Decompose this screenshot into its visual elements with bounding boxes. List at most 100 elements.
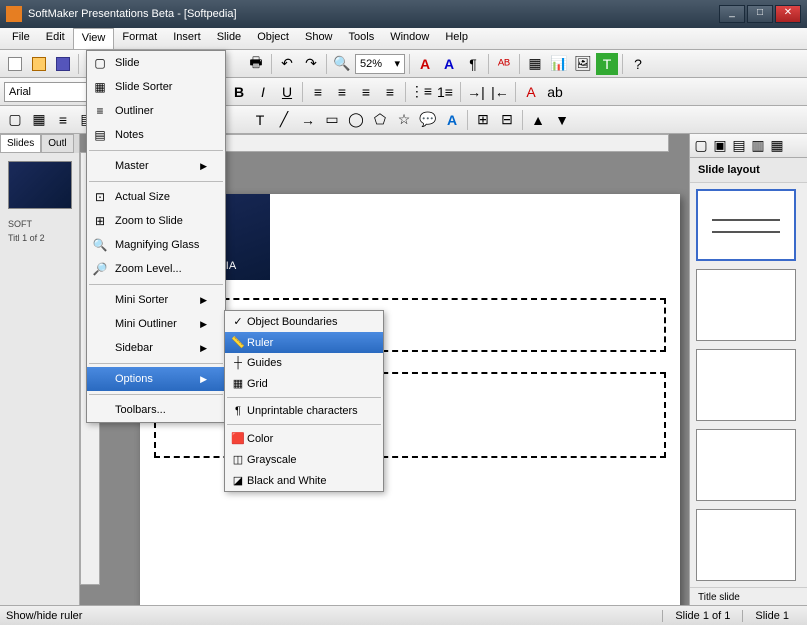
group-button[interactable]: ⊞ <box>472 109 494 131</box>
opt-grayscale-item[interactable]: ◫Grayscale <box>225 449 383 470</box>
view-toolbars-item[interactable]: Toolbars... <box>87 398 225 422</box>
run-show-button[interactable]: T <box>596 53 618 75</box>
menu-insert[interactable]: Insert <box>165 28 209 49</box>
slide-thumbnail-1[interactable] <box>8 161 72 209</box>
tab-slides[interactable]: Slides <box>0 134 41 153</box>
layout-tool-1[interactable]: ▢ <box>692 137 710 155</box>
menu-tools[interactable]: Tools <box>341 28 383 49</box>
view-zoom-slide-item[interactable]: ⊞Zoom to Slide <box>87 209 225 233</box>
view-slide-button[interactable]: ▢ <box>4 109 26 131</box>
close-button[interactable]: ✕ <box>775 5 801 23</box>
print-button[interactable]: 🖶 <box>245 53 267 75</box>
chart-button[interactable]: 📊 <box>548 53 570 75</box>
zoom-combo[interactable]: 52%▾ <box>355 54 405 74</box>
spellcheck-button[interactable]: ᴬᴮ <box>493 53 515 75</box>
layout-item-5[interactable] <box>696 509 796 581</box>
view-options-item[interactable]: Options▶ <box>87 367 225 391</box>
zoom-level-icon: 🔎 <box>91 261 109 277</box>
statusbar: Show/hide ruler Slide 1 of 1 Slide 1 <box>0 605 807 625</box>
layout-tool-2[interactable]: ▣ <box>711 137 729 155</box>
italic-button[interactable]: I <box>252 81 274 103</box>
increase-indent-button[interactable]: →| <box>465 81 487 103</box>
insert-rect-button[interactable]: ▭ <box>321 109 343 131</box>
bold-button[interactable]: B <box>228 81 250 103</box>
layout-item-4[interactable] <box>696 429 796 501</box>
insert-ellipse-button[interactable]: ◯ <box>345 109 367 131</box>
insert-star-button[interactable]: ☆ <box>393 109 415 131</box>
view-mini-sorter-item[interactable]: Mini Sorter▶ <box>87 288 225 312</box>
opt-grid-item[interactable]: ▦Grid <box>225 373 383 394</box>
decrease-indent-button[interactable]: |← <box>489 81 511 103</box>
numbering-button[interactable]: 1≡ <box>434 81 456 103</box>
insert-polygon-button[interactable]: ⬠ <box>369 109 391 131</box>
view-notes-item[interactable]: ▤Notes <box>87 123 225 147</box>
text-color-b-button[interactable]: A <box>438 53 460 75</box>
align-right-button[interactable]: ≡ <box>355 81 377 103</box>
view-outliner-item[interactable]: ≡Outliner <box>87 99 225 123</box>
minimize-button[interactable]: _ <box>719 5 745 23</box>
opt-ruler-item[interactable]: 📏Ruler <box>225 332 383 353</box>
highlight-button[interactable]: ab <box>544 81 566 103</box>
zoom-out-button[interactable]: 🔍 <box>331 53 353 75</box>
menu-slide[interactable]: Slide <box>209 28 249 49</box>
opt-unprintable-item[interactable]: ¶Unprintable characters <box>225 401 383 421</box>
underline-button[interactable]: U <box>276 81 298 103</box>
opt-ruler-label: Ruler <box>247 337 273 349</box>
view-magnify-item[interactable]: 🔍Magnifying Glass <box>87 233 225 257</box>
view-sorter-item[interactable]: ▦Slide Sorter <box>87 75 225 99</box>
opt-color-item[interactable]: 🟥Color <box>225 428 383 449</box>
view-slide-item[interactable]: ▢Slide <box>87 51 225 75</box>
menu-show[interactable]: Show <box>297 28 341 49</box>
redo-button[interactable]: ↷ <box>300 53 322 75</box>
menu-help[interactable]: Help <box>437 28 476 49</box>
chevron-right-icon: ▶ <box>180 161 207 172</box>
save-button[interactable] <box>52 53 74 75</box>
view-mini-outliner-item[interactable]: Mini Outliner▶ <box>87 312 225 336</box>
bullets-button[interactable]: ⋮≡ <box>410 81 432 103</box>
view-sidebar-item[interactable]: Sidebar▶ <box>87 336 225 360</box>
opt-guides-item[interactable]: ┼Guides <box>225 353 383 373</box>
insert-arrow-button[interactable]: → <box>297 109 319 131</box>
table-button[interactable]: ▦ <box>524 53 546 75</box>
font-color-button[interactable]: A <box>520 81 542 103</box>
bring-front-button[interactable]: ▲ <box>527 109 549 131</box>
layout-item-2[interactable] <box>696 269 796 341</box>
undo-button[interactable]: ↶ <box>276 53 298 75</box>
menu-view[interactable]: View <box>73 28 115 49</box>
menu-window[interactable]: Window <box>382 28 437 49</box>
ungroup-button[interactable]: ⊟ <box>496 109 518 131</box>
layout-heading: Slide layout <box>690 158 807 183</box>
send-back-button[interactable]: ▼ <box>551 109 573 131</box>
layout-item-1[interactable] <box>696 189 796 261</box>
opt-bw-item[interactable]: ◪Black and White <box>225 470 383 491</box>
menu-format[interactable]: Format <box>114 28 165 49</box>
open-button[interactable] <box>28 53 50 75</box>
insert-text-button[interactable]: T <box>249 109 271 131</box>
align-center-button[interactable]: ≡ <box>331 81 353 103</box>
layout-item-3[interactable] <box>696 349 796 421</box>
layout-tool-5[interactable]: ▦ <box>768 137 786 155</box>
menu-object[interactable]: Object <box>249 28 297 49</box>
tab-outline[interactable]: Outl <box>41 134 73 153</box>
view-outline-button[interactable]: ≡ <box>52 109 74 131</box>
layout-tool-3[interactable]: ▤ <box>730 137 748 155</box>
align-left-button[interactable]: ≡ <box>307 81 329 103</box>
insert-callout-button[interactable]: 💬 <box>417 109 439 131</box>
menu-edit[interactable]: Edit <box>38 28 73 49</box>
menu-file[interactable]: File <box>4 28 38 49</box>
insert-textart-button[interactable]: A <box>441 109 463 131</box>
layout-tool-4[interactable]: ▥ <box>749 137 767 155</box>
text-color-a-button[interactable]: A <box>414 53 436 75</box>
view-master-item[interactable]: Master▶ <box>87 154 225 178</box>
image-button[interactable]: 🖼 <box>572 53 594 75</box>
view-actual-size-item[interactable]: ⊡Actual Size <box>87 185 225 209</box>
opt-object-boundaries-item[interactable]: ✓Object Boundaries <box>225 311 383 332</box>
view-sorter-button[interactable]: ▦ <box>28 109 50 131</box>
new-button[interactable] <box>4 53 26 75</box>
align-justify-button[interactable]: ≡ <box>379 81 401 103</box>
help-button[interactable]: ? <box>627 53 649 75</box>
view-zoom-level-item[interactable]: 🔎Zoom Level... <box>87 257 225 281</box>
insert-line-button[interactable]: ╱ <box>273 109 295 131</box>
format-paint-button[interactable]: ¶ <box>462 53 484 75</box>
maximize-button[interactable]: □ <box>747 5 773 23</box>
